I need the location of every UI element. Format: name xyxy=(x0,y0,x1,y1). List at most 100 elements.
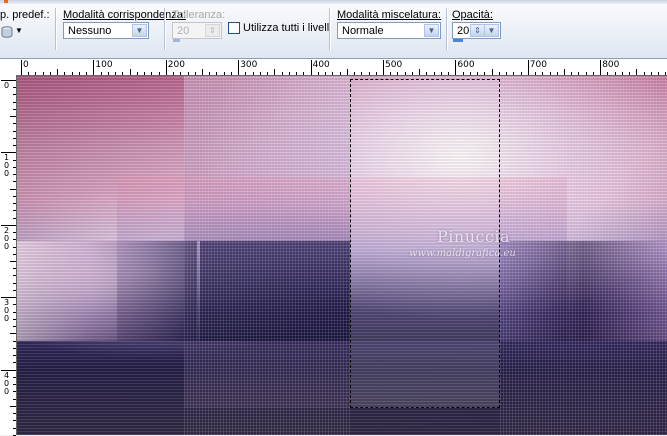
chevron-down-icon[interactable]: ▼ xyxy=(424,24,439,37)
horizontal-ruler[interactable]: 0 100 200 300 400 500 600 700 800 xyxy=(0,59,667,76)
tolerance-spinner[interactable]: 20 ⇕ xyxy=(172,22,222,42)
ruler-tick xyxy=(216,72,218,75)
ruler-tick xyxy=(520,72,522,75)
ruler-tick xyxy=(136,72,138,75)
ruler-tick xyxy=(180,72,182,75)
ruler-tick xyxy=(274,69,276,75)
ruler-tick xyxy=(440,72,442,75)
opacity-spinner[interactable]: 20 ⇕ ▼ xyxy=(452,22,501,42)
ruler-tick xyxy=(13,340,16,342)
ruler-tick xyxy=(252,72,254,75)
ruler-tick xyxy=(13,210,16,212)
ruler-tick xyxy=(10,188,16,190)
ruler-tick xyxy=(13,362,16,364)
ruler-tick xyxy=(13,398,16,400)
ruler-tick xyxy=(10,333,16,335)
ruler-tick xyxy=(354,72,356,75)
ruler-tick xyxy=(158,72,160,75)
toolbar-separator xyxy=(329,8,331,50)
top-window-strip xyxy=(0,0,667,4)
ruler-tick xyxy=(202,69,203,75)
ruler-tick xyxy=(71,72,73,75)
ruler-tick xyxy=(13,203,16,205)
ruler-label: 100 xyxy=(95,60,113,70)
ruler-tick xyxy=(13,253,16,255)
ruler-tick xyxy=(78,72,80,75)
ruler-tick xyxy=(13,326,16,328)
ruler-tick xyxy=(122,72,124,75)
vertical-ruler[interactable]: 0 100 200 300 400 xyxy=(0,75,17,436)
preset-dropdown-arrow-icon[interactable]: ▼ xyxy=(15,26,23,35)
ruler-tick xyxy=(100,72,102,75)
ruler-tick xyxy=(491,69,493,75)
ruler-tick xyxy=(469,72,471,75)
tolerance-slider-bar[interactable] xyxy=(173,39,180,42)
opacity-slider-bar[interactable] xyxy=(453,39,463,42)
ruler-label: 500 xyxy=(385,60,403,70)
ruler-tick xyxy=(288,72,290,75)
toolbar-separator xyxy=(55,8,57,50)
ruler-tick xyxy=(571,72,573,75)
chevron-down-icon[interactable]: ▼ xyxy=(132,24,147,37)
ruler-tick xyxy=(13,304,16,306)
ruler-tick xyxy=(556,72,558,75)
ruler-tick xyxy=(13,275,16,277)
ruler-label: 100 xyxy=(3,153,10,179)
use-all-layers-checkbox[interactable] xyxy=(228,22,240,34)
blend-mode-label: Modalità miscelatura: xyxy=(337,9,441,21)
ruler-tick xyxy=(57,69,59,75)
tolerance-label: Tolleranza: xyxy=(172,9,226,21)
ruler-tick xyxy=(13,137,16,139)
ruler-tick xyxy=(375,72,377,75)
image-canvas[interactable]: Pinuccia www.maldigrafica.eu xyxy=(17,76,667,435)
match-mode-select[interactable]: Nessuno ▼ xyxy=(63,22,149,39)
ruler-tick xyxy=(527,60,529,75)
ruler-tick xyxy=(404,72,406,75)
ruler-tick xyxy=(209,72,211,75)
ruler-tick xyxy=(13,145,16,147)
ruler-label: 200 xyxy=(167,60,185,70)
ruler-tick xyxy=(411,72,413,75)
ruler-tick xyxy=(419,69,421,75)
ruler-tick xyxy=(665,72,667,75)
ruler-label: 700 xyxy=(529,60,547,70)
spin-arrows-icon[interactable]: ⇕ xyxy=(470,24,485,37)
ruler-tick xyxy=(303,72,305,75)
ruler-tick xyxy=(151,72,153,75)
ruler-tick xyxy=(658,72,660,75)
spin-arrows-icon[interactable]: ⇕ xyxy=(205,24,220,37)
ruler-tick xyxy=(484,72,486,75)
ruler-tick xyxy=(13,123,16,125)
blend-mode-select[interactable]: Normale ▼ xyxy=(337,22,441,39)
blend-mode-value: Normale xyxy=(342,25,384,37)
ruler-tick xyxy=(13,413,16,415)
ruler-tick xyxy=(13,174,16,176)
ruler-tick xyxy=(477,72,479,75)
selection-marquee[interactable] xyxy=(350,79,500,408)
ruler-tick xyxy=(462,72,464,75)
chevron-down-icon[interactable]: ▼ xyxy=(484,24,499,37)
ruler-tick xyxy=(49,72,51,75)
ruler-tick xyxy=(390,72,392,75)
ruler-tick xyxy=(13,239,16,241)
ruler-tick xyxy=(10,405,16,407)
ruler-tick xyxy=(585,72,587,75)
ruler-tick xyxy=(28,72,30,75)
horizontal-scanline-texture xyxy=(17,76,667,435)
ruler-tick xyxy=(346,69,348,75)
ruler-tick xyxy=(629,72,631,75)
preset-icon[interactable] xyxy=(0,25,14,39)
ruler-tick xyxy=(506,72,508,75)
ruler-tick xyxy=(621,72,623,75)
ruler-tick xyxy=(13,130,16,132)
use-all-layers-label: Utilizza tutti i livelli xyxy=(243,22,332,34)
ruler-tick xyxy=(13,195,16,197)
ruler-tick xyxy=(13,318,16,320)
ruler-tick xyxy=(535,72,537,75)
ruler-tick xyxy=(281,72,283,75)
ruler-tick xyxy=(13,391,16,393)
ruler-tick xyxy=(368,72,370,75)
tool-options-bar: p. predef.: ▼ Modalità corrispondenza: N… xyxy=(0,0,667,59)
ruler-tick xyxy=(13,355,16,357)
toolbar-separator xyxy=(446,8,448,50)
